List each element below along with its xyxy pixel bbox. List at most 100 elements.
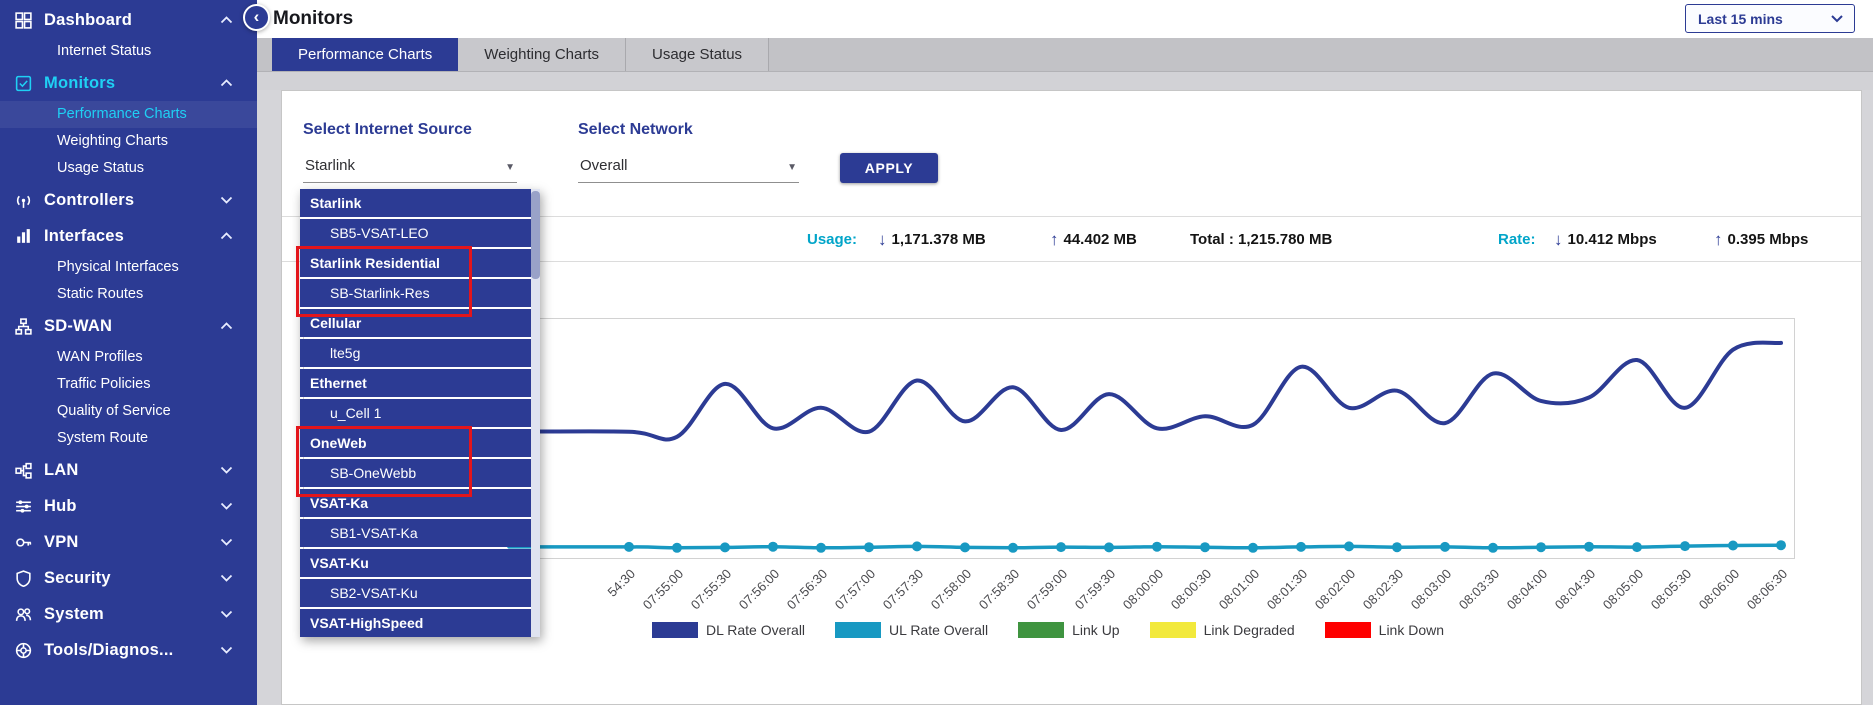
- dropdown-option-sb5-vsat-leo[interactable]: SB5-VSAT-LEO: [300, 219, 531, 247]
- collapse-sidebar-button[interactable]: ‹: [243, 4, 270, 31]
- sidebar-item-static-routes[interactable]: Static Routes: [0, 281, 257, 308]
- chevron-left-icon: ‹: [254, 8, 260, 25]
- dropdown-scrollbar-thumb[interactable]: [531, 191, 540, 279]
- legend-item-ul-rate-overall[interactable]: UL Rate Overall: [835, 622, 988, 638]
- dropdown-option-sb-onewebb[interactable]: SB-OneWebb: [300, 459, 531, 487]
- sidebar-item-interfaces[interactable]: Interfaces: [0, 218, 257, 254]
- tab-performance-charts[interactable]: Performance Charts: [272, 38, 458, 71]
- x-tick-label: 08:06:30: [1744, 566, 1790, 612]
- sidebar-item-label: Security: [44, 569, 220, 588]
- caret-down-icon: ▼: [505, 162, 515, 173]
- ul-rate-point: [912, 541, 922, 551]
- sidebar-item-label: System: [44, 605, 220, 624]
- sidebar-item-performance-charts[interactable]: Performance Charts: [0, 101, 257, 128]
- legend-item-dl-rate-overall[interactable]: DL Rate Overall: [652, 622, 805, 638]
- x-tick-label: 08:05:30: [1648, 566, 1694, 612]
- legend-label: UL Rate Overall: [889, 622, 988, 638]
- sidebar-nav: DashboardInternet StatusMonitorsPerforma…: [0, 0, 257, 668]
- rate-download-value: 10.412 Mbps: [1568, 231, 1657, 248]
- tab-weighting-charts[interactable]: Weighting Charts: [458, 38, 626, 71]
- x-tick-label: 08:00:00: [1120, 566, 1166, 612]
- sidebar-item-label: SD-WAN: [44, 317, 220, 336]
- legend-item-link-up[interactable]: Link Up: [1018, 622, 1119, 638]
- sidebar-item-traffic-policies[interactable]: Traffic Policies: [0, 371, 257, 398]
- network-select[interactable]: Overall ▼: [578, 149, 799, 183]
- dropdown-option-sb-starlink-res[interactable]: SB-Starlink-Res: [300, 279, 531, 307]
- internet-source-select[interactable]: Starlink ▼: [303, 149, 517, 183]
- time-range-select[interactable]: Last 15 mins: [1685, 4, 1855, 33]
- chevron-down-icon: [220, 574, 233, 582]
- ul-rate-point: [1776, 540, 1786, 550]
- ul-rate-point: [768, 542, 778, 552]
- usage-upload-value: 44.402 MB: [1064, 231, 1137, 248]
- sidebar-item-usage-status[interactable]: Usage Status: [0, 155, 257, 182]
- sidebar-item-label: VPN: [44, 533, 220, 552]
- chevron-down-icon: [220, 466, 233, 474]
- download-arrow-icon: ↓: [1554, 231, 1563, 248]
- dropdown-group-ethernet: Ethernet: [300, 369, 531, 397]
- chevron-up-icon: [220, 16, 233, 24]
- x-tick-label: 08:02:00: [1312, 566, 1358, 612]
- chevron-down-icon: [220, 538, 233, 546]
- vpn-icon: [14, 533, 44, 552]
- interfaces-icon: [14, 227, 44, 246]
- topbar: ‹ Monitors Last 15 mins: [257, 0, 1873, 38]
- sidebar-item-controllers[interactable]: Controllers: [0, 182, 257, 218]
- sidebar-item-lan[interactable]: LAN: [0, 452, 257, 488]
- x-tick-label: 08:06:00: [1696, 566, 1742, 612]
- sidebar-item-hub[interactable]: Hub: [0, 488, 257, 524]
- ul-rate-point: [1104, 542, 1114, 552]
- legend-label: DL Rate Overall: [706, 622, 805, 638]
- chevron-up-icon: [220, 322, 233, 330]
- ul-rate-point: [720, 542, 730, 552]
- sidebar-item-monitors[interactable]: Monitors: [0, 65, 257, 101]
- legend-label: Link Down: [1379, 622, 1444, 638]
- legend-item-link-down[interactable]: Link Down: [1325, 622, 1444, 638]
- ul-rate-point: [1152, 542, 1162, 552]
- dropdown-option-sb1-vsat-ka[interactable]: SB1-VSAT-Ka: [300, 519, 531, 547]
- sidebar-item-dashboard[interactable]: Dashboard: [0, 2, 257, 38]
- ul-rate-point: [1728, 541, 1738, 551]
- legend-item-link-degraded[interactable]: Link Degraded: [1150, 622, 1295, 638]
- sidebar-item-weighting-charts[interactable]: Weighting Charts: [0, 128, 257, 155]
- dropdown-option-lte5g[interactable]: lte5g: [300, 339, 531, 367]
- tools-icon: [14, 641, 44, 660]
- usage-total-value: Total : 1,215.780 MB: [1190, 231, 1332, 248]
- x-tick-label: 08:01:30: [1264, 566, 1310, 612]
- sidebar-item-system[interactable]: System: [0, 596, 257, 632]
- chevron-down-icon: [220, 196, 233, 204]
- ul-rate-point: [672, 543, 682, 553]
- x-tick-label: 08:00:30: [1168, 566, 1214, 612]
- apply-button[interactable]: APPLY: [840, 153, 938, 183]
- tab-usage-status[interactable]: Usage Status: [626, 38, 769, 71]
- ul-rate-point: [1200, 542, 1210, 552]
- chevron-down-icon: [220, 502, 233, 510]
- sidebar-item-internet-status[interactable]: Internet Status: [0, 38, 257, 65]
- ul-rate-point: [1584, 542, 1594, 552]
- sidebar-item-quality-of-service[interactable]: Quality of Service: [0, 398, 257, 425]
- sidebar-item-wan-profiles[interactable]: WAN Profiles: [0, 344, 257, 371]
- sidebar-item-physical-interfaces[interactable]: Physical Interfaces: [0, 254, 257, 281]
- chevron-down-icon: [220, 610, 233, 618]
- sidebar-item-system-route[interactable]: System Route: [0, 425, 257, 452]
- x-tick-label: 07:59:00: [1024, 566, 1070, 612]
- sidebar-item-security[interactable]: Security: [0, 560, 257, 596]
- hub-icon: [14, 497, 44, 516]
- lan-icon: [14, 461, 44, 480]
- sidebar-item-label: Tools/Diagnos...: [44, 641, 220, 660]
- page-title: Monitors: [273, 0, 353, 38]
- ul-rate-point: [1488, 543, 1498, 553]
- sidebar-item-tools-diagnos[interactable]: Tools/Diagnos...: [0, 632, 257, 668]
- x-tick-label: 08:04:30: [1552, 566, 1598, 612]
- select-network-label: Select Network: [578, 121, 693, 139]
- sidebar-item-sd-wan[interactable]: SD-WAN: [0, 308, 257, 344]
- x-tick-label: 08:03:30: [1456, 566, 1502, 612]
- dropdown-scrollbar[interactable]: [531, 189, 540, 637]
- rate-label: Rate:: [1498, 231, 1536, 248]
- sidebar-item-vpn[interactable]: VPN: [0, 524, 257, 560]
- dropdown-option-u-cell-1[interactable]: u_Cell 1: [300, 399, 531, 427]
- dropdown-option-sb2-vsat-ku[interactable]: SB2-VSAT-Ku: [300, 579, 531, 607]
- x-tick-label: 08:03:00: [1408, 566, 1454, 612]
- caret-down-icon: ▼: [787, 162, 797, 173]
- dashboard-icon: [14, 11, 44, 30]
